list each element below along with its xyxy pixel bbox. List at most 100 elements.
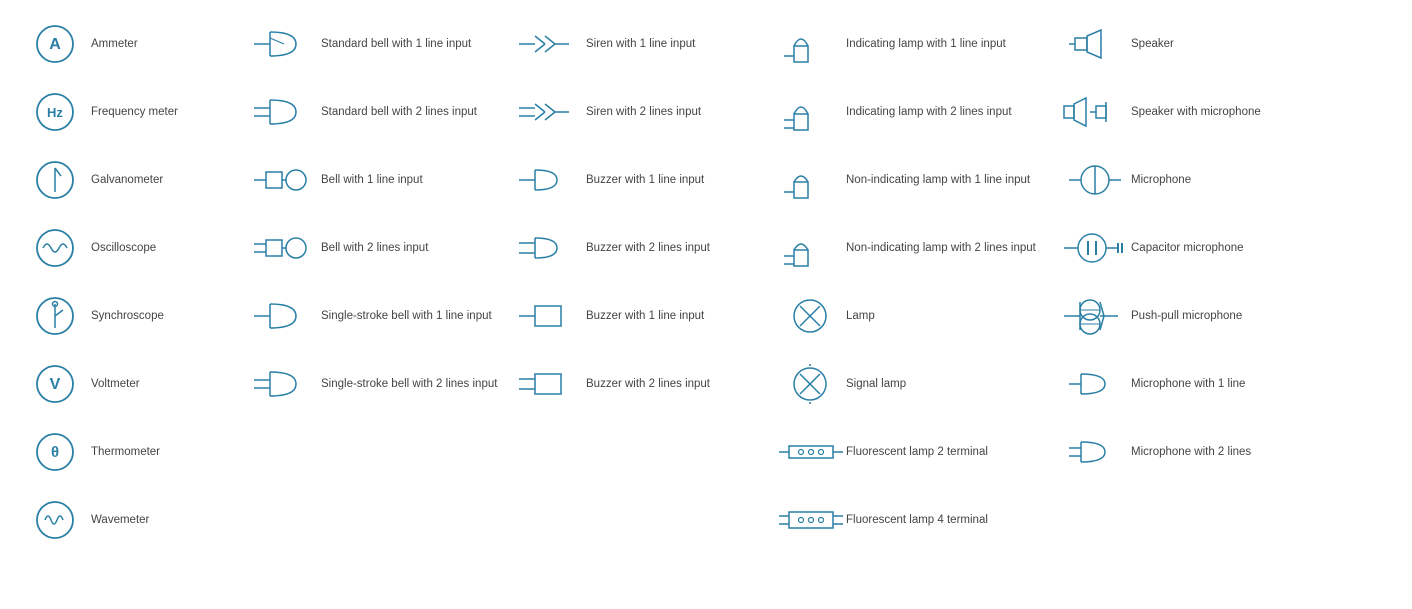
bell-1line-label: Bell with 1 line input	[321, 172, 506, 188]
list-item: Microphone with 2 lines	[1055, 418, 1412, 486]
voltmeter-icon: V	[19, 362, 91, 406]
indicating-lamp-2lines-label: Indicating lamp with 2 lines input	[846, 104, 1051, 120]
non-indicating-lamp-2lines-icon	[774, 226, 846, 270]
frequency-meter-label: Frequency meter	[91, 104, 241, 120]
list-item: Signal lamp	[770, 350, 1055, 418]
wavemeter-label: Wavemeter	[91, 512, 241, 528]
wavemeter-icon	[19, 498, 91, 542]
col-bells: Standard bell with 1 line input Standard…	[245, 10, 510, 554]
lamp-label: Lamp	[846, 308, 1051, 324]
list-item: Standard bell with 2 lines input	[245, 78, 510, 146]
ammeter-icon: A	[19, 22, 91, 66]
col-audio: Speaker Speaker with microphone	[1055, 10, 1412, 554]
synchroscope-label: Synchroscope	[91, 308, 241, 324]
symbol-grid: A Ammeter Hz Frequency meter	[15, 10, 1397, 554]
list-item: Buzzer with 1 line input	[510, 282, 770, 350]
list-item: Hz Frequency meter	[15, 78, 245, 146]
list-item: Capacitor microphone	[1055, 214, 1412, 282]
indicating-lamp-1line-icon	[774, 22, 846, 66]
list-item: Fluorescent lamp 4 terminal	[770, 486, 1055, 554]
microphone-2lines-icon	[1059, 430, 1131, 474]
svg-text:θ: θ	[51, 444, 59, 461]
list-item: Indicating lamp with 1 line input	[770, 10, 1055, 78]
svg-text:A: A	[49, 36, 61, 53]
list-item: Single-stroke bell with 1 line input	[245, 282, 510, 350]
galvanometer-label: Galvanometer	[91, 172, 241, 188]
list-item: Buzzer with 1 line input	[510, 146, 770, 214]
buzzer-1line-label: Buzzer with 1 line input	[586, 172, 766, 188]
list-item: Buzzer with 2 lines input	[510, 214, 770, 282]
list-item: Single-stroke bell with 2 lines input	[245, 350, 510, 418]
oscilloscope-label: Oscilloscope	[91, 240, 241, 256]
speaker-microphone-icon	[1059, 90, 1131, 134]
list-item: Push-pull microphone	[1055, 282, 1412, 350]
oscilloscope-icon	[19, 226, 91, 270]
fluorescent-lamp-2t-label: Fluorescent lamp 2 terminal	[846, 444, 1051, 460]
list-item: Standard bell with 1 line input	[245, 10, 510, 78]
thermometer-icon: θ	[19, 430, 91, 474]
galvanometer-icon	[19, 158, 91, 202]
buzzer-rect-1line-label: Buzzer with 1 line input	[586, 308, 766, 324]
capacitor-microphone-icon	[1059, 226, 1131, 270]
signal-lamp-label: Signal lamp	[846, 376, 1051, 392]
siren-1line-label: Siren with 1 line input	[586, 36, 766, 52]
capacitor-microphone-label: Capacitor microphone	[1131, 240, 1412, 256]
microphone-1line-icon	[1059, 362, 1131, 406]
push-pull-microphone-icon	[1059, 294, 1131, 338]
standard-bell-1line-icon	[249, 22, 321, 66]
siren-1line-icon	[514, 22, 586, 66]
bell-2lines-icon	[249, 226, 321, 270]
single-stroke-bell-1line-label: Single-stroke bell with 1 line input	[321, 308, 506, 324]
list-item: Fluorescent lamp 2 terminal	[770, 418, 1055, 486]
standard-bell-1line-label: Standard bell with 1 line input	[321, 36, 506, 52]
list-item: Bell with 1 line input	[245, 146, 510, 214]
list-item: Oscilloscope	[15, 214, 245, 282]
microphone-2lines-label: Microphone with 2 lines	[1131, 444, 1412, 460]
list-item: Bell with 2 lines input	[245, 214, 510, 282]
buzzer-1line-icon	[514, 158, 586, 202]
voltmeter-label: Voltmeter	[91, 376, 241, 392]
signal-lamp-icon	[774, 362, 846, 406]
list-item: Indicating lamp with 2 lines input	[770, 78, 1055, 146]
speaker-label: Speaker	[1131, 36, 1412, 52]
non-indicating-lamp-1line-icon	[774, 158, 846, 202]
siren-2lines-label: Siren with 2 lines input	[586, 104, 766, 120]
list-item: θ Thermometer	[15, 418, 245, 486]
buzzer-2lines-label: Buzzer with 2 lines input	[586, 240, 766, 256]
list-item: Speaker	[1055, 10, 1412, 78]
frequency-meter-icon: Hz	[19, 90, 91, 134]
microphone-icon	[1059, 158, 1131, 202]
list-item: Wavemeter	[15, 486, 245, 554]
list-item: Lamp	[770, 282, 1055, 350]
list-item: Non-indicating lamp with 2 lines input	[770, 214, 1055, 282]
list-item: Microphone	[1055, 146, 1412, 214]
svg-text:Hz: Hz	[47, 105, 63, 120]
buzzer-rect-2lines-label: Buzzer with 2 lines input	[586, 376, 766, 392]
list-item: Synchroscope	[15, 282, 245, 350]
microphone-label: Microphone	[1131, 172, 1412, 188]
single-stroke-bell-2lines-icon	[249, 362, 321, 406]
non-indicating-lamp-2lines-label: Non-indicating lamp with 2 lines input	[846, 240, 1051, 256]
non-indicating-lamp-1line-label: Non-indicating lamp with 1 line input	[846, 172, 1051, 188]
list-item: Siren with 1 line input	[510, 10, 770, 78]
fluorescent-lamp-2t-icon	[774, 430, 846, 474]
lamp-icon	[774, 294, 846, 338]
svg-text:V: V	[50, 376, 61, 393]
fluorescent-lamp-4t-icon	[774, 498, 846, 542]
list-item: Speaker with microphone	[1055, 78, 1412, 146]
single-stroke-bell-1line-icon	[249, 294, 321, 338]
fluorescent-lamp-4t-label: Fluorescent lamp 4 terminal	[846, 512, 1051, 528]
push-pull-microphone-label: Push-pull microphone	[1131, 308, 1412, 324]
list-item: Siren with 2 lines input	[510, 78, 770, 146]
bell-2lines-label: Bell with 2 lines input	[321, 240, 506, 256]
synchroscope-icon	[19, 294, 91, 338]
single-stroke-bell-2lines-label: Single-stroke bell with 2 lines input	[321, 376, 506, 392]
standard-bell-2lines-icon	[249, 90, 321, 134]
col-lamps: Indicating lamp with 1 line input Indica…	[770, 10, 1055, 554]
buzzer-2lines-icon	[514, 226, 586, 270]
list-item: Microphone with 1 line	[1055, 350, 1412, 418]
list-item: Galvanometer	[15, 146, 245, 214]
standard-bell-2lines-label: Standard bell with 2 lines input	[321, 104, 506, 120]
buzzer-rect-1line-icon	[514, 294, 586, 338]
ammeter-label: Ammeter	[91, 36, 241, 52]
